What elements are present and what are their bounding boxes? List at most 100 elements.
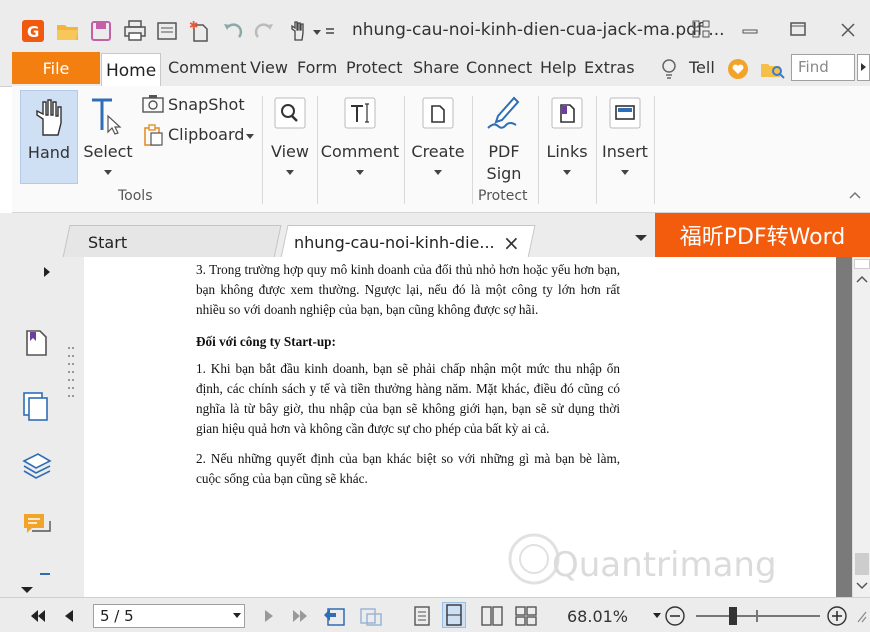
pdf-sign-button[interactable]: PDF Sign <box>476 90 532 183</box>
select-label: Select <box>83 142 133 161</box>
ribbon-separator <box>317 96 318 204</box>
hand-icon[interactable] <box>287 20 309 42</box>
previous-view-icon[interactable] <box>322 605 348 627</box>
zoom-out-icon[interactable] <box>664 605 686 627</box>
menu-bar: File Home Comment View Form Protect Shar… <box>0 50 870 87</box>
open-icon[interactable] <box>56 20 78 42</box>
layers-icon[interactable] <box>22 451 52 479</box>
last-page-icon[interactable] <box>290 608 310 624</box>
continuous-page-icon[interactable] <box>442 602 466 628</box>
view-label: View <box>271 142 309 161</box>
menu-extras[interactable]: Extras <box>584 58 635 77</box>
file-menu[interactable]: File <box>12 52 100 84</box>
next-view-icon[interactable] <box>358 605 384 627</box>
links-caret-icon <box>563 170 571 175</box>
expand-panel-icon[interactable] <box>42 265 52 279</box>
pages-icon[interactable] <box>22 391 50 421</box>
lightbulb-icon[interactable] <box>660 58 678 80</box>
more-panels-icon[interactable] <box>40 573 52 577</box>
document-viewport[interactable]: 3. Trong trường hợp quy mô kinh doanh củ… <box>66 257 852 597</box>
continuous-facing-icon[interactable] <box>514 605 538 627</box>
page-number-input[interactable]: 5 / 5 <box>93 604 245 628</box>
pdf-to-word-banner[interactable]: 福昕PDF转Word <box>655 213 870 257</box>
zoom-dropdown-icon[interactable] <box>652 612 662 620</box>
hand-tool-button[interactable]: Hand <box>20 90 78 184</box>
panel-scroll-down-icon[interactable] <box>20 585 34 595</box>
next-page-icon[interactable] <box>262 608 276 624</box>
clipboard-button[interactable]: Clipboard <box>140 122 258 148</box>
menu-share[interactable]: Share <box>413 58 459 77</box>
close-icon[interactable] <box>836 18 860 42</box>
scroll-top-cap[interactable] <box>854 259 870 269</box>
undo-icon[interactable] <box>222 20 244 42</box>
ribbon-separator <box>654 96 655 204</box>
comment-button[interactable]: Comment <box>320 90 400 182</box>
scroll-down-icon[interactable] <box>855 580 869 592</box>
menu-connect[interactable]: Connect <box>466 58 532 77</box>
scroll-up-icon[interactable] <box>855 273 869 285</box>
properties-icon[interactable] <box>156 20 178 42</box>
print-icon[interactable] <box>123 20 146 42</box>
document-title: nhung-cau-noi-kinh-dien-cua-jack-ma.pdf … <box>352 20 725 40</box>
menu-comment[interactable]: Comment <box>168 58 246 77</box>
links-label: Links <box>546 142 588 161</box>
minimize-icon[interactable] <box>738 18 762 42</box>
find-input[interactable]: Find <box>791 54 855 81</box>
create-button[interactable]: Create <box>408 90 468 182</box>
menu-help[interactable]: Help <box>540 58 576 77</box>
menu-view[interactable]: View <box>250 58 288 77</box>
redo-icon[interactable] <box>253 20 275 42</box>
insert-button[interactable]: Insert <box>600 90 650 182</box>
vertical-scrollbar[interactable] <box>852 257 870 597</box>
insert-caret-icon <box>621 170 629 175</box>
scroll-thumb[interactable] <box>855 553 869 575</box>
maximize-icon[interactable] <box>786 18 810 42</box>
insert-label: Insert <box>602 142 648 161</box>
svg-text:✱: ✱ <box>189 20 198 32</box>
ribbon-separator <box>538 96 539 204</box>
zoom-in-icon[interactable] <box>826 605 848 627</box>
snapshot-button[interactable]: SnapShot <box>140 92 256 118</box>
ribbon: Hand Select SnapShot Clipboard Tools Vie… <box>12 86 870 213</box>
bookmarks-icon[interactable] <box>24 329 50 357</box>
customize-icon[interactable] <box>311 20 341 42</box>
tab-list-dropdown-icon[interactable] <box>634 233 648 243</box>
zoom-level[interactable]: 68.01% <box>567 607 628 626</box>
tab-document-label: nhung-cau-noi-kinh-die... <box>294 233 495 252</box>
select-caret-icon <box>104 170 112 175</box>
heart-icon[interactable] <box>727 58 749 80</box>
view-caret-icon <box>286 170 294 175</box>
links-button[interactable]: Links <box>542 90 592 182</box>
tab-close-icon[interactable]: × <box>503 231 520 255</box>
tell-me[interactable]: Tell <box>689 58 715 77</box>
new-icon[interactable]: ✱ <box>189 20 211 42</box>
find-folder-icon[interactable] <box>760 58 786 80</box>
collapse-ribbon-icon[interactable] <box>848 190 862 200</box>
view-button[interactable]: View <box>266 90 314 182</box>
first-page-icon[interactable] <box>28 608 48 624</box>
section-heading: Đối với công ty Start-up: <box>196 334 336 349</box>
navigation-panel <box>0 257 67 597</box>
watermark-text: Quantrimang <box>552 545 777 585</box>
resize-grip-icon[interactable] <box>856 610 868 624</box>
zoom-slider-thumb[interactable] <box>728 607 737 625</box>
menu-home[interactable]: Home <box>101 53 162 87</box>
app-logo-icon[interactable]: G <box>22 20 44 42</box>
page-dropdown-icon[interactable] <box>232 612 242 620</box>
previous-page-icon[interactable] <box>62 608 76 624</box>
single-page-icon[interactable] <box>412 605 432 627</box>
menu-form[interactable]: Form <box>297 58 337 77</box>
ribbon-display-icon[interactable] <box>690 18 714 42</box>
find-arrow-button[interactable] <box>857 54 870 81</box>
menu-protect[interactable]: Protect <box>346 58 403 77</box>
hand-label: Hand <box>27 143 71 162</box>
panel-splitter[interactable] <box>66 257 84 597</box>
select-tool-button[interactable]: Select <box>82 90 134 182</box>
tab-bar: Start nhung-cau-noi-kinh-die... × 福昕PDF转… <box>0 213 870 258</box>
comments-panel-icon[interactable] <box>22 511 52 541</box>
facing-pages-icon[interactable] <box>480 605 504 627</box>
title-bar: G ✱ nhung-cau-noi-kinh-dien-cua-jack-ma.… <box>0 0 870 56</box>
zoom-slider[interactable] <box>696 607 820 625</box>
clipboard-caret-icon <box>246 134 254 139</box>
save-icon[interactable] <box>90 20 112 42</box>
